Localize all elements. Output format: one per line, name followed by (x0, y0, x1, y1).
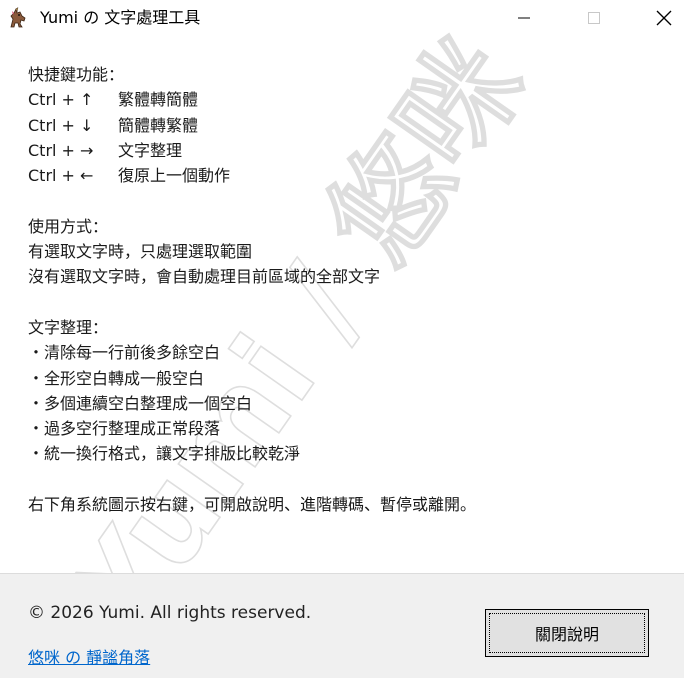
shortcut-key: Ctrl + ← (28, 166, 94, 186)
shortcut-action: 文字整理 (118, 140, 183, 160)
window-title: Yumi の 文字處理工具 (40, 8, 201, 27)
site-link[interactable]: 悠咪 の 靜謐角落 (28, 644, 150, 668)
shortcut-action: 復原上一個動作 (118, 166, 231, 186)
cleanup-heading: 文字整理： (28, 317, 109, 337)
dialog-footer: © 2026 Yumi. All rights reserved. 悠咪 の 靜… (0, 573, 684, 678)
cleanup-item: ・過多空行整理成正常段落 (28, 419, 221, 439)
maximize-button (571, 0, 617, 36)
cleanup-item: ・全形空白轉成一般空白 (28, 368, 205, 388)
tray-note: 右下角系統圖示按右鍵，可開啟說明、進階轉碼、暫停或離開。 (28, 495, 477, 515)
unicorn-app-icon (10, 7, 26, 28)
usage-line: 沒有選取文字時，會自動處理目前區域的全部文字 (28, 267, 381, 287)
cleanup-item: ・多個連續空白整理成一個空白 (28, 393, 253, 413)
help-content: 快捷鍵功能： Ctrl + ↑ 繁體轉簡體 Ctrl + ↓ 簡體轉繁體 Ctrl … (28, 62, 664, 517)
about-dialog-window: Yumi の 文字處理工具 Yumi / 悠咪 快捷鍵功能： Ctrl + ↑ 繁… (0, 0, 684, 678)
close-icon (656, 10, 672, 26)
shortcut-key: Ctrl + → (28, 140, 94, 160)
shortcut-row: Ctrl + ↑ 繁體轉簡體 (28, 87, 664, 112)
title-bar[interactable]: Yumi の 文字處理工具 (0, 0, 684, 38)
copyright-text: © 2026 Yumi. All rights reserved. (28, 603, 312, 623)
usage-heading: 使用方式： (28, 216, 109, 236)
close-window-button[interactable] (641, 0, 684, 36)
shortcut-row: Ctrl + ↓ 簡體轉繁體 (28, 113, 664, 138)
shortcut-row: Ctrl + → 文字整理 (28, 138, 664, 163)
shortcut-action: 簡體轉繁體 (118, 115, 199, 135)
shortcut-action: 繁體轉簡體 (118, 90, 199, 110)
minimize-icon (518, 17, 530, 19)
shortcut-row: Ctrl + ← 復原上一個動作 (28, 163, 664, 188)
cleanup-item: ・清除每一行前後多餘空白 (28, 343, 221, 363)
usage-line: 有選取文字時，只處理選取範圍 (28, 242, 253, 262)
cleanup-item: ・統一換行格式，讓文字排版比較乾淨 (28, 444, 301, 464)
shortcut-key: Ctrl + ↑ (28, 90, 94, 110)
maximize-icon (588, 12, 600, 24)
close-help-button[interactable]: 關閉說明 (485, 609, 649, 657)
shortcut-key: Ctrl + ↓ (28, 115, 94, 135)
shortcuts-heading: 快捷鍵功能： (28, 65, 125, 84)
minimize-button[interactable] (501, 0, 547, 36)
